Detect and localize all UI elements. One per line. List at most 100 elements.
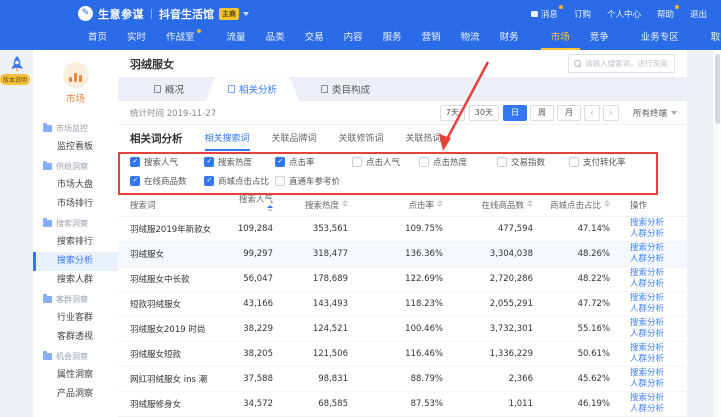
nav-item-内容[interactable]: 内容 bbox=[334, 27, 373, 50]
sort-icon[interactable] bbox=[437, 200, 443, 207]
nav-item-实时[interactable]: 实时 bbox=[117, 27, 156, 50]
range-button-7天[interactable]: 7天 bbox=[440, 105, 465, 121]
column-header-搜索热度[interactable]: 搜索热度 bbox=[275, 193, 350, 217]
sort-icon[interactable] bbox=[527, 200, 533, 207]
sidebar-section-搜索洞察: 搜索洞察 bbox=[33, 214, 118, 233]
nav-item-服务[interactable]: 服务 bbox=[373, 27, 412, 50]
prev-page-button[interactable]: ‹ bbox=[584, 105, 600, 121]
sidebar-item-属性洞察[interactable]: 属性洞察 bbox=[33, 366, 118, 385]
version-note-badge[interactable]: 版本说明 bbox=[0, 74, 30, 85]
chevron-down-icon[interactable] bbox=[243, 12, 249, 16]
sidebar-item-市场排行[interactable]: 市场排行 bbox=[33, 195, 118, 214]
value-cell: 136.36% bbox=[350, 242, 445, 267]
action-link-人群分析[interactable]: 人群分析 bbox=[630, 354, 685, 365]
action-link-人群分析[interactable]: 人群分析 bbox=[630, 404, 685, 415]
metric-checkbox-直通车参考价[interactable]: 直通车参考价 bbox=[275, 175, 352, 187]
action-link-搜索分析[interactable]: 搜索分析 bbox=[630, 243, 685, 254]
user-menu-item-退出[interactable]: 退出 bbox=[690, 8, 707, 20]
word-tab-关联热词[interactable]: 关联热词 bbox=[406, 125, 442, 151]
column-header-商城点击占比[interactable]: 商城点击占比 bbox=[535, 193, 612, 217]
metric-checkbox-点击人气[interactable]: 点击人气 bbox=[352, 156, 419, 168]
metric-checkbox-在线商品数[interactable]: 在线商品数 bbox=[130, 175, 204, 187]
action-link-人群分析[interactable]: 人群分析 bbox=[630, 304, 685, 315]
nav-item-首页[interactable]: 首页 bbox=[78, 27, 117, 50]
market-app-icon[interactable] bbox=[63, 62, 89, 88]
nav-item-财务[interactable]: 财务 bbox=[490, 27, 529, 50]
metric-checkbox-交易指数[interactable]: 交易指数 bbox=[497, 156, 569, 168]
notification-dot bbox=[197, 29, 201, 33]
nav-item-品类[interactable]: 品类 bbox=[256, 27, 295, 50]
column-header-搜索人气[interactable]: 搜索人气 bbox=[230, 193, 275, 217]
sidebar-item-搜索分析[interactable]: 搜索分析 bbox=[33, 252, 118, 271]
sidebar-item-客群透视[interactable]: 客群透视 bbox=[33, 328, 118, 347]
sidebar-item-搜索排行[interactable]: 搜索排行 bbox=[33, 233, 118, 252]
period-button-月[interactable]: 月 bbox=[557, 105, 581, 121]
user-menu-item-订购[interactable]: 订购 bbox=[574, 8, 591, 20]
sidebar-item-行业客群[interactable]: 行业客群 bbox=[33, 309, 118, 328]
keyword-search-box[interactable] bbox=[568, 54, 675, 73]
action-link-人群分析[interactable]: 人群分析 bbox=[630, 254, 685, 265]
metric-checkbox-搜索人气[interactable]: 搜索人气 bbox=[130, 156, 204, 168]
user-menu-label: 帮助 bbox=[657, 8, 674, 20]
metric-checkbox-点击热度[interactable]: 点击热度 bbox=[419, 156, 497, 168]
search-input[interactable] bbox=[585, 59, 669, 68]
action-link-搜索分析[interactable]: 搜索分析 bbox=[630, 218, 685, 229]
nav-item-业务专区[interactable]: 业务专区 bbox=[631, 27, 689, 50]
action-link-搜索分析[interactable]: 搜索分析 bbox=[630, 368, 685, 379]
user-menu-item-个人中心[interactable]: 个人中心 bbox=[607, 8, 641, 20]
nav-item-竞争[interactable]: 竞争 bbox=[580, 27, 619, 50]
user-menu-item-帮助[interactable]: 帮助 bbox=[657, 8, 674, 20]
word-tab-关联品牌词[interactable]: 关联品牌词 bbox=[272, 125, 317, 151]
metric-label: 商城点击占比 bbox=[218, 175, 269, 187]
action-link-搜索分析[interactable]: 搜索分析 bbox=[630, 318, 685, 329]
sidebar-item-市场大盘[interactable]: 市场大盘 bbox=[33, 176, 118, 195]
tab-概况[interactable]: 概况 bbox=[132, 77, 206, 101]
action-link-人群分析[interactable]: 人群分析 bbox=[630, 329, 685, 340]
notification-dot bbox=[559, 5, 563, 9]
metric-checkbox-搜索热度[interactable]: 搜索热度 bbox=[204, 156, 275, 168]
metric-checkbox-支付转化率[interactable]: 支付转化率 bbox=[569, 156, 687, 168]
action-link-搜索分析[interactable]: 搜索分析 bbox=[630, 393, 685, 404]
sort-icon[interactable] bbox=[604, 200, 610, 207]
tab-相关分析[interactable]: 相关分析 bbox=[206, 77, 299, 101]
period-button-周[interactable]: 周 bbox=[530, 105, 554, 121]
product-name[interactable]: 抖音生活馆 bbox=[159, 6, 214, 22]
sort-icon[interactable] bbox=[342, 200, 348, 207]
value-cell: 45.62% bbox=[535, 367, 612, 392]
document-icon bbox=[154, 85, 161, 93]
action-link-人群分析[interactable]: 人群分析 bbox=[630, 279, 685, 290]
nav-item-取数[interactable]: 取数 bbox=[701, 27, 721, 50]
nav-item-物流[interactable]: 物流 bbox=[451, 27, 490, 50]
column-header-点击率[interactable]: 点击率 bbox=[350, 193, 445, 217]
scrollbar-thumb[interactable] bbox=[715, 54, 720, 124]
sidebar-menu: 市场监控监控看板供给洞察市场大盘市场排行搜索洞察搜索排行搜索分析搜索人群客群洞察… bbox=[33, 119, 118, 404]
action-link-搜索分析[interactable]: 搜索分析 bbox=[630, 343, 685, 354]
column-header-搜索词: 搜索词 bbox=[118, 193, 230, 217]
metric-checkbox-商城点击占比[interactable]: 商城点击占比 bbox=[204, 175, 275, 187]
tab-类目构成[interactable]: 类目构成 bbox=[299, 77, 392, 101]
sort-up-icon bbox=[267, 205, 273, 208]
action-link-人群分析[interactable]: 人群分析 bbox=[630, 379, 685, 390]
action-link-搜索分析[interactable]: 搜索分析 bbox=[630, 293, 685, 304]
column-header-在线商品数[interactable]: 在线商品数 bbox=[445, 193, 535, 217]
nav-item-作战室[interactable]: 作战室 bbox=[156, 27, 205, 50]
nav-item-交易[interactable]: 交易 bbox=[295, 27, 334, 50]
action-link-搜索分析[interactable]: 搜索分析 bbox=[630, 268, 685, 279]
word-tab-相关搜索词[interactable]: 相关搜索词 bbox=[205, 125, 250, 151]
metric-checkbox-点击率[interactable]: 点击率 bbox=[275, 156, 352, 168]
sidebar-item-搜索人群[interactable]: 搜索人群 bbox=[33, 271, 118, 290]
terminal-filter-dropdown[interactable]: 所有终端 bbox=[633, 107, 677, 119]
action-link-人群分析[interactable]: 人群分析 bbox=[630, 229, 685, 240]
next-page-button[interactable]: › bbox=[603, 105, 619, 121]
sort-icon[interactable] bbox=[267, 205, 273, 212]
sidebar-item-产品洞察[interactable]: 产品洞察 bbox=[33, 385, 118, 404]
actions-cell: 搜索分析人群分析 bbox=[612, 342, 687, 367]
user-menu-item-消息[interactable]: 消息 bbox=[531, 8, 558, 20]
sidebar-item-监控看板[interactable]: 监控看板 bbox=[33, 138, 118, 157]
range-button-30天[interactable]: 30天 bbox=[469, 105, 499, 121]
nav-item-营销[interactable]: 营销 bbox=[412, 27, 451, 50]
nav-item-流量[interactable]: 流量 bbox=[217, 27, 256, 50]
word-tab-关联修饰词[interactable]: 关联修饰词 bbox=[339, 125, 384, 151]
nav-item-市场[interactable]: 市场 bbox=[541, 27, 580, 50]
period-button-日[interactable]: 日 bbox=[503, 105, 527, 121]
